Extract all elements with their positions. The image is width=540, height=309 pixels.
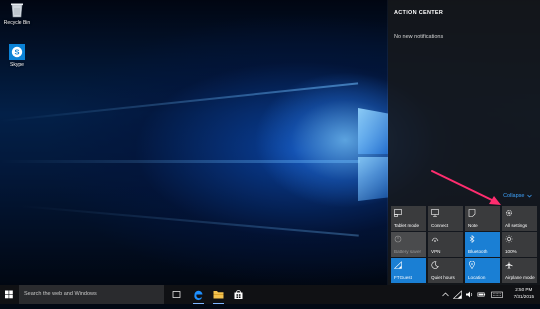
note-icon [468, 209, 476, 217]
tile-all-settings[interactable]: All settings [502, 206, 537, 231]
tile-wifi[interactable]: FTGuest [391, 258, 426, 283]
tile-note[interactable]: Note [465, 206, 500, 231]
location-icon [469, 261, 475, 269]
tile-bluetooth[interactable]: Bluetooth [465, 232, 500, 257]
tile-label: Connect [431, 223, 449, 228]
windows-logo-icon [5, 290, 13, 299]
clock-date: 7/31/2015 [513, 293, 534, 299]
tile-brightness[interactable]: 100% [502, 232, 537, 257]
tile-quiet-hours[interactable]: Quiet hours [428, 258, 463, 283]
tile-label: 100% [505, 249, 517, 254]
vpn-icon [431, 237, 439, 242]
file-explorer-button[interactable] [212, 288, 225, 304]
collapse-label: Collapse [503, 193, 525, 199]
action-center-panel: ACTION CENTER No new notifications Colla… [388, 0, 540, 285]
tile-label: VPN [431, 249, 441, 254]
svg-text:S: S [14, 48, 19, 57]
clock[interactable]: 2:50 PM 7/31/2015 [514, 287, 534, 300]
collapse-button[interactable]: Collapse [503, 193, 532, 199]
tile-label: Bluetooth [468, 249, 488, 254]
recycle-bin-icon [11, 3, 23, 18]
connect-icon [431, 209, 439, 217]
volume-icon[interactable] [465, 290, 474, 299]
desktop-icon-recycle-bin[interactable]: Recycle Bin [0, 2, 34, 26]
bluetooth-icon [469, 235, 475, 243]
clock-time: 2:50 PM [515, 287, 533, 292]
start-button[interactable] [0, 285, 18, 304]
tile-label: Battery saver [394, 249, 422, 254]
tile-vpn[interactable]: VPN [428, 232, 463, 257]
search-placeholder: Search the web and Windows [24, 291, 97, 297]
store-button[interactable] [232, 288, 245, 301]
battery-saver-icon [394, 235, 402, 243]
wifi-tray-icon[interactable] [453, 290, 462, 299]
edge-button[interactable] [192, 288, 205, 304]
moon-icon [431, 261, 439, 269]
chevron-down-icon [527, 194, 532, 198]
tile-label: Location [468, 275, 486, 280]
tile-location[interactable]: Location [465, 258, 500, 283]
keyboard-icon[interactable] [491, 290, 503, 299]
tile-label: Quiet hours [431, 275, 455, 280]
search-box[interactable]: Search the web and Windows [19, 285, 164, 304]
tile-connect[interactable]: Connect [428, 206, 463, 231]
task-view-icon[interactable] [170, 288, 183, 301]
tile-label: FTGuest [394, 275, 412, 280]
brightness-icon [505, 235, 513, 243]
skype-icon: S [9, 44, 25, 60]
desktop-icon-skype[interactable]: S Skype [0, 44, 34, 68]
tile-label: Tablet mode [394, 223, 420, 228]
no-notifications-message: No new notifications [394, 34, 444, 40]
tile-tablet-mode[interactable]: Tablet mode [391, 206, 426, 231]
store-icon [234, 290, 243, 299]
recycle-bin-label: Recycle Bin [3, 20, 31, 26]
airplane-icon [505, 261, 513, 269]
wifi-icon [394, 261, 402, 269]
tile-label: Airplane mode [505, 275, 535, 280]
tablet-mode-icon [394, 209, 402, 217]
skype-label: Skype [10, 62, 24, 68]
tile-label: Note [468, 223, 478, 228]
edge-icon [194, 290, 203, 301]
gear-icon [506, 210, 512, 216]
tile-airplane-mode[interactable]: Airplane mode [502, 258, 537, 283]
file-explorer-icon [213, 291, 224, 299]
tile-battery-saver[interactable]: Battery saver [391, 232, 426, 257]
tile-label: All settings [505, 223, 528, 228]
taskbar: Search the web and Windows 2:50 PM 7/31/… [0, 285, 540, 304]
quick-actions-grid: Tablet mode Connect Note All settings Ba… [391, 206, 539, 283]
action-center-title: ACTION CENTER [394, 10, 444, 16]
battery-icon[interactable] [477, 290, 486, 299]
chevron-up-icon[interactable] [441, 290, 450, 299]
